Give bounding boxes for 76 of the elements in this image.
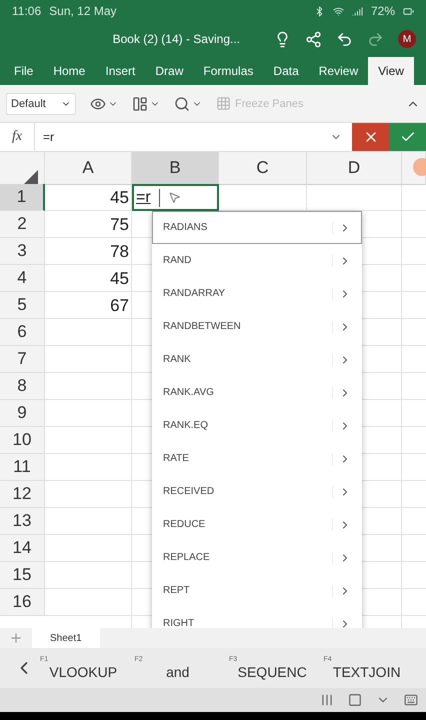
search-icon — [174, 96, 190, 112]
keyboard-icon[interactable] — [404, 693, 418, 707]
eye-icon — [90, 96, 106, 112]
status-time: 11:06 — [12, 4, 42, 18]
wifi-icon — [332, 6, 344, 16]
row-header[interactable]: 8 — [0, 373, 45, 400]
ribbon-tab[interactable]: File — [4, 57, 44, 85]
row-header[interactable]: 10 — [0, 427, 45, 454]
column-header[interactable]: D — [307, 152, 402, 185]
column-header[interactable]: B — [132, 152, 219, 185]
function-suggestion[interactable]: REPLACE — [152, 541, 362, 574]
function-suggestion[interactable]: RIGHT — [152, 607, 362, 628]
function-suggestion[interactable]: RATE — [152, 442, 362, 475]
column-header[interactable]: C — [219, 152, 307, 185]
battery-level: 72% — [370, 4, 395, 18]
ribbon-tab[interactable]: View — [368, 57, 414, 85]
ribbon-tab[interactable]: Review — [308, 57, 368, 85]
pointer-icon — [168, 191, 181, 204]
layout-dropdown[interactable] — [132, 96, 160, 112]
recent-apps-icon[interactable] — [320, 693, 334, 707]
touch-indicator-icon — [413, 158, 426, 176]
status-date: Sun, 12 May — [49, 4, 117, 18]
formula-input[interactable]: =r — [35, 130, 330, 144]
eye-dropdown[interactable] — [90, 96, 118, 112]
row-header[interactable]: 6 — [0, 319, 45, 346]
zoom-dropdown[interactable] — [174, 96, 202, 112]
cancel-button[interactable] — [352, 123, 389, 151]
row-header[interactable]: 14 — [0, 535, 45, 562]
row-header[interactable]: 4 — [0, 265, 45, 292]
function-suggestion[interactable]: RECEIVED — [152, 475, 362, 508]
ribbon-tab[interactable]: Home — [43, 57, 96, 85]
function-suggestion[interactable]: RANDARRAY — [152, 277, 362, 310]
document-title: Book (2) (14) - Saving... — [112, 32, 240, 46]
row-header[interactable]: 2 — [0, 211, 45, 238]
layout-icon — [132, 96, 148, 112]
row-header[interactable]: 5 — [0, 292, 45, 319]
row-header[interactable]: 15 — [0, 562, 45, 589]
view-select[interactable]: Default — [6, 92, 76, 114]
user-avatar[interactable]: M — [398, 30, 416, 48]
row-header[interactable]: 13 — [0, 508, 45, 535]
bluetooth-icon — [314, 6, 325, 16]
row-header[interactable]: 7 — [0, 346, 45, 373]
function-suggestion[interactable]: RADIANS — [152, 211, 362, 244]
function-suggestion[interactable]: RANDBETWEEN — [152, 310, 362, 343]
share-icon[interactable] — [305, 30, 322, 48]
confirm-button[interactable] — [389, 123, 426, 151]
home-icon[interactable] — [348, 693, 362, 707]
row-header[interactable]: 16 — [0, 589, 45, 616]
row-header[interactable]: 9 — [0, 400, 45, 427]
ribbon-tab[interactable]: Formulas — [193, 57, 264, 85]
plus-icon — [9, 631, 23, 645]
function-suggestion[interactable]: RANK.EQ — [152, 409, 362, 442]
row-header[interactable]: 1 — [0, 184, 45, 211]
function-label: fx — [0, 123, 35, 151]
row-header[interactable]: 12 — [0, 481, 45, 508]
function-suggestion[interactable]: REPT — [152, 574, 362, 607]
function-suggestion[interactable]: RAND — [152, 244, 362, 277]
ribbon-tab[interactable]: Insert — [95, 57, 146, 85]
row-header[interactable]: 11 — [0, 454, 45, 481]
table-cell-text: 45 — [109, 268, 130, 290]
table-cell-text: 75 — [109, 214, 130, 236]
cell-editor[interactable]: =r — [132, 184, 219, 211]
sheet-tab[interactable]: Sheet1 — [32, 628, 100, 648]
ribbon-tab[interactable]: Draw — [145, 57, 194, 85]
undo-icon[interactable] — [336, 30, 353, 48]
table-cell-text: 45 — [109, 186, 130, 208]
row-header[interactable]: 3 — [0, 238, 45, 265]
ribbon-tab[interactable]: Data — [263, 57, 309, 85]
battery-icon — [403, 6, 414, 16]
grid-icon — [216, 96, 231, 111]
function-suggestion[interactable]: RANK.AVG — [152, 376, 362, 409]
function-suggestion[interactable]: REDUCE — [152, 508, 362, 541]
table-cell-text: 78 — [109, 240, 130, 262]
function-suggestion[interactable]: RANK — [152, 343, 362, 376]
column-header[interactable]: A — [45, 152, 132, 185]
table-cell-text: 67 — [109, 294, 130, 316]
